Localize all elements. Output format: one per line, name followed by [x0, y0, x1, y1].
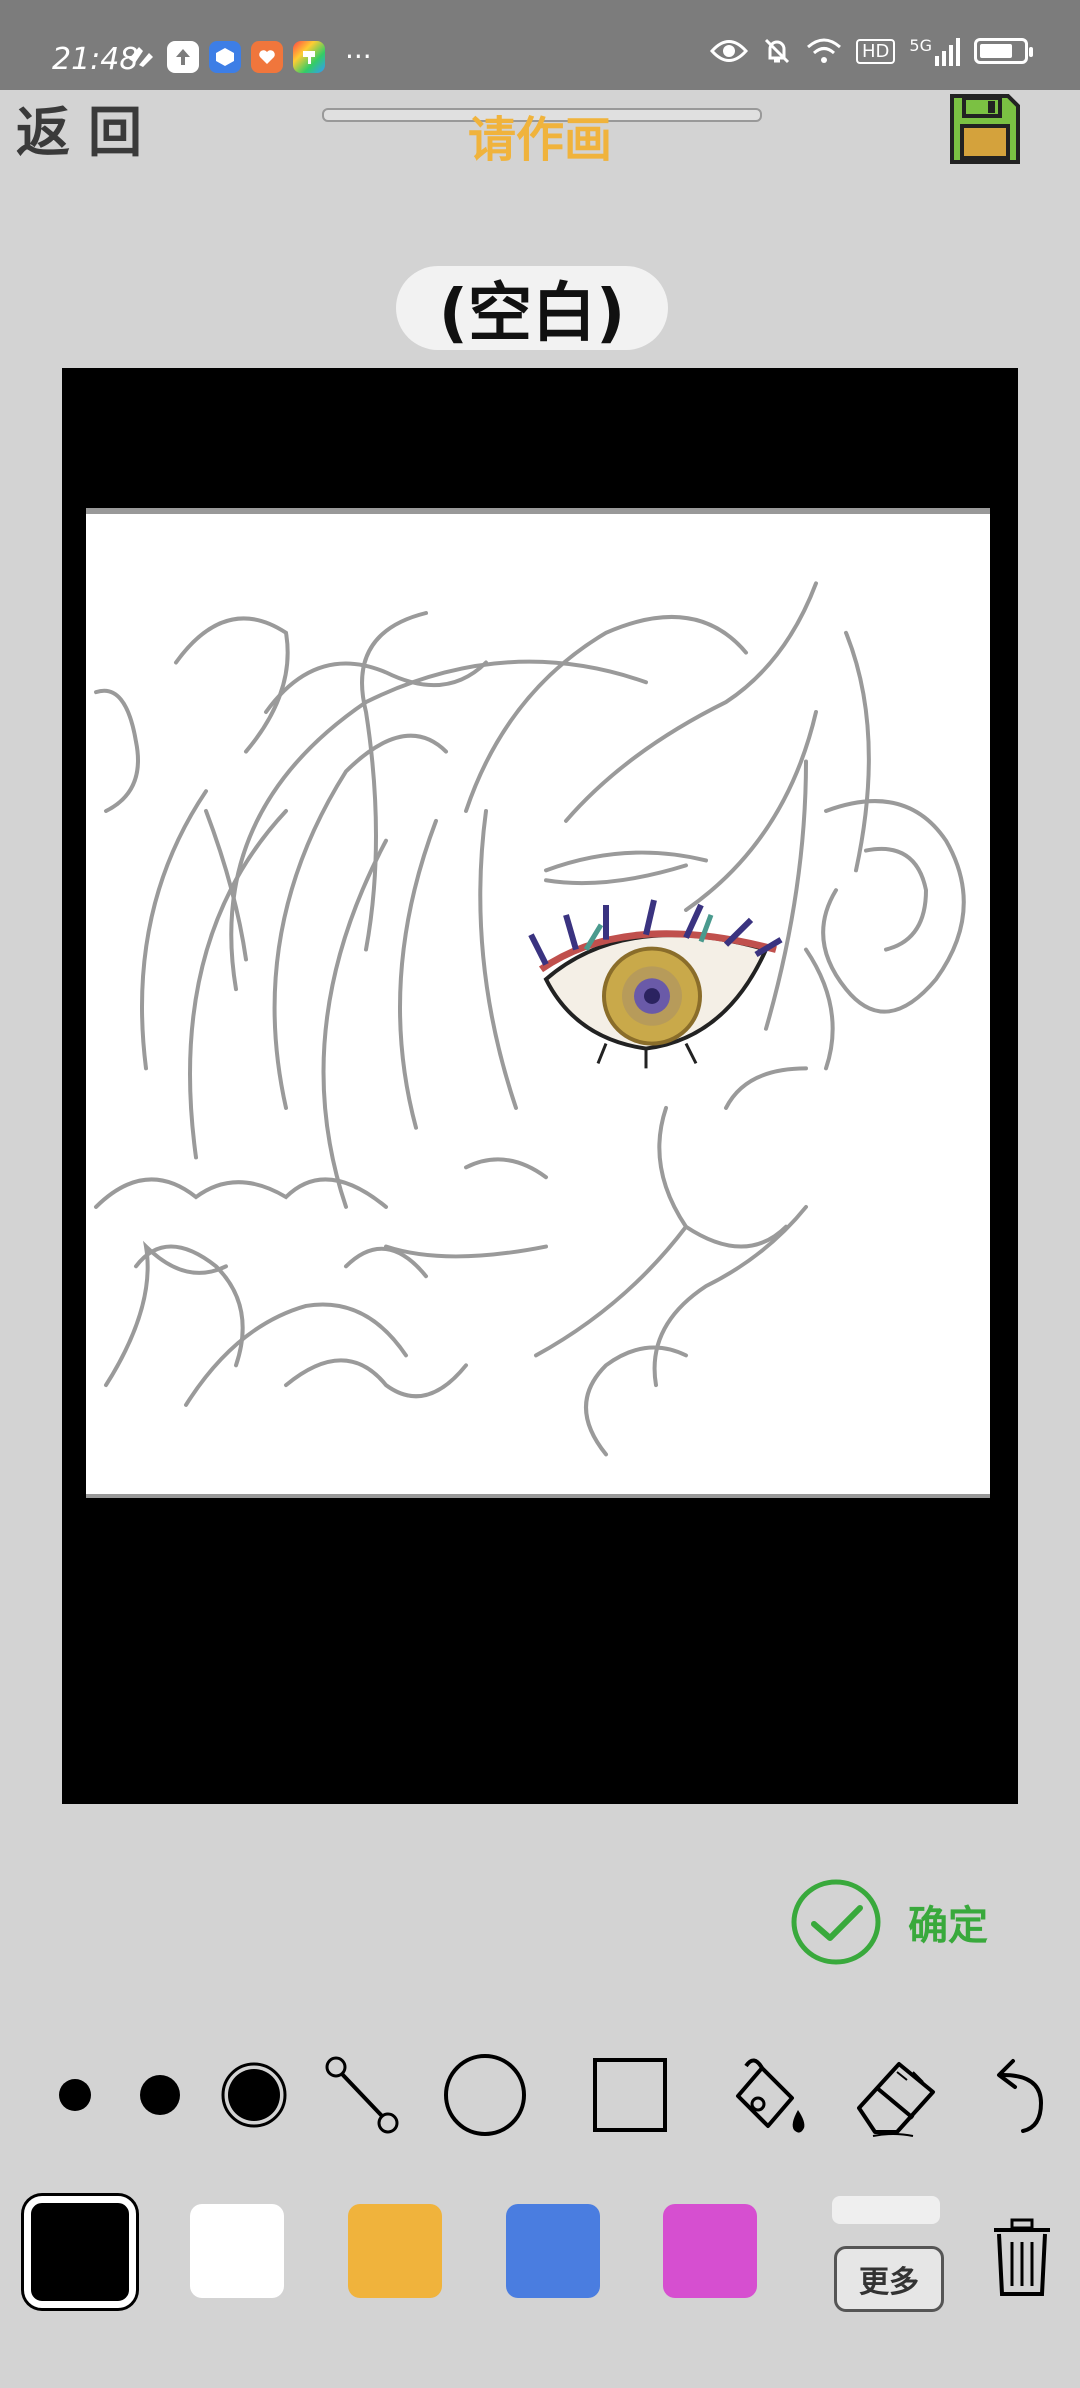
color-palette: 更多: [0, 2192, 1080, 2312]
line-tool-button[interactable]: [322, 2050, 402, 2140]
rectangle-tool-button[interactable]: [590, 2050, 670, 2140]
battery-icon: [974, 38, 1033, 64]
bell-muted-icon: [764, 38, 790, 64]
paint-app-icon: [293, 40, 325, 73]
mail-heart-app-icon: [251, 40, 283, 73]
sketch-eye: [528, 899, 783, 1069]
color-swatch-magenta[interactable]: [663, 2204, 757, 2298]
hd-badge: HD: [856, 38, 896, 64]
eye-icon: [710, 40, 749, 62]
more-colors-button[interactable]: 更多: [834, 2246, 944, 2312]
circle-icon: [444, 2054, 526, 2136]
dot-small-icon: [59, 2079, 91, 2111]
notification-icons: ···: [125, 40, 372, 73]
color-swatch-orange[interactable]: [348, 2204, 442, 2298]
save-button[interactable]: [948, 92, 1022, 166]
line-icon: [325, 2056, 399, 2134]
custom-color-slot[interactable]: [832, 2196, 940, 2224]
color-swatch-white[interactable]: [190, 2204, 284, 2298]
tool-bar: [0, 2050, 1080, 2140]
paint-bucket-icon: [736, 2058, 805, 2133]
cube-app-icon: [209, 40, 241, 73]
sketch-drawing: [94, 581, 966, 1457]
more-notifications-icon: ···: [345, 40, 372, 73]
drawing-canvas[interactable]: [62, 368, 1018, 1804]
dot-large-selected-icon: [221, 2062, 287, 2128]
page-title: 请作画: [467, 112, 612, 168]
system-icons: HD 5G: [710, 36, 1033, 66]
upload-app-icon: [167, 40, 199, 73]
undo-icon: [997, 2059, 1044, 2133]
rectangle-icon: [593, 2058, 667, 2132]
fill-tool-button[interactable]: [728, 2050, 808, 2140]
brush-medium-button[interactable]: [132, 2050, 188, 2140]
eraser-icon: [857, 2062, 935, 2137]
status-bar: 21:48 ··· HD 5G: [0, 0, 1080, 90]
eraser-tool-button[interactable]: [852, 2050, 940, 2140]
floppy-disk-icon: [950, 94, 1020, 164]
prompt-text: (空白): [396, 266, 668, 351]
check-circle-icon: [791, 1879, 881, 1965]
confirm-label: 确定: [908, 1903, 988, 1949]
heart-app-icon: [125, 41, 157, 73]
color-swatch-blue[interactable]: [506, 2204, 600, 2298]
battery-fill: [980, 44, 1012, 58]
network-type: 5G: [909, 36, 932, 55]
color-swatch-black[interactable]: [24, 2196, 136, 2308]
dot-medium-icon: [140, 2075, 180, 2115]
undo-button[interactable]: [984, 2050, 1054, 2140]
circle-tool-button[interactable]: [440, 2050, 530, 2140]
trash-icon: [994, 2218, 1050, 2296]
wifi-icon: [807, 38, 842, 63]
clear-canvas-button[interactable]: [990, 2218, 1054, 2298]
brush-large-button[interactable]: [218, 2050, 290, 2140]
brush-small-button[interactable]: [50, 2050, 100, 2140]
drawing-sketch: [86, 508, 990, 1498]
signal-icon: 5G: [909, 36, 960, 66]
confirm-button[interactable]: 确定: [790, 1878, 988, 1966]
